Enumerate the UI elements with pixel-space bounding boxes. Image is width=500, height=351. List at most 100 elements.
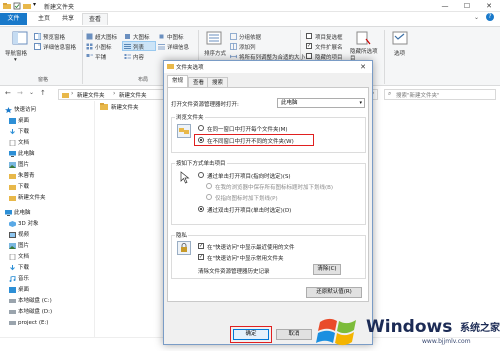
item-checkboxes-label: 项目复选框 bbox=[315, 35, 343, 41]
add-column-button[interactable]: 添加列 bbox=[239, 43, 256, 51]
folder-icon bbox=[62, 93, 69, 98]
forward-arrow-icon[interactable]: → bbox=[17, 89, 23, 97]
nav-item[interactable]: 下载 bbox=[10, 263, 29, 273]
help-icon[interactable]: ? bbox=[486, 13, 494, 21]
underline-hover-radio[interactable] bbox=[206, 194, 212, 200]
breadcrumb-chevron-icon[interactable]: › bbox=[113, 90, 115, 97]
minimize-button[interactable]: — bbox=[434, 0, 456, 12]
chevron-down-icon: ▾ bbox=[359, 100, 362, 106]
nav-item[interactable]: 下载 bbox=[9, 182, 29, 192]
add-column-icon bbox=[230, 43, 237, 50]
show-frequent-folders-checkbox[interactable]: ✓ bbox=[198, 254, 204, 260]
browse-new-window-radio[interactable] bbox=[198, 137, 204, 143]
nav-item[interactable]: 3D 对象 bbox=[9, 219, 38, 229]
nav-item[interactable]: 桌面 bbox=[9, 285, 29, 295]
open-explorer-to-value: 此电脑 bbox=[281, 100, 298, 106]
nav-quick-access[interactable]: 快速访问 bbox=[5, 105, 36, 115]
layout-list[interactable]: 列表 bbox=[133, 43, 144, 51]
layout-extra-large-icons[interactable]: 超大图标 bbox=[95, 33, 117, 41]
nav-pane-dropdown-icon[interactable]: ▾ bbox=[14, 57, 17, 63]
desktop-icon bbox=[9, 287, 16, 293]
item-checkboxes-checkbox[interactable] bbox=[306, 33, 312, 39]
tab-share[interactable]: 共享 bbox=[56, 13, 80, 25]
details-icon bbox=[158, 44, 165, 50]
layout-details[interactable]: 详细信息 bbox=[167, 43, 189, 51]
underline-browser-radio[interactable] bbox=[206, 183, 212, 189]
layout-tiles[interactable]: 平铺 bbox=[95, 53, 106, 61]
layout-content[interactable]: 内容 bbox=[133, 53, 144, 61]
tiles-icon bbox=[86, 54, 93, 57]
close-button[interactable]: ✕ bbox=[478, 0, 500, 12]
back-arrow-icon[interactable]: ← bbox=[5, 89, 11, 97]
size-columns-icon bbox=[230, 54, 237, 59]
navigation-pane-button[interactable]: 导航窗格 bbox=[5, 49, 27, 57]
cancel-button[interactable]: 取消 bbox=[276, 329, 312, 340]
nav-item[interactable]: 文档 bbox=[9, 138, 29, 148]
open-explorer-to-select[interactable]: 此电脑 ▾ bbox=[277, 98, 365, 108]
nav-label: 朱蓉青 bbox=[18, 173, 35, 179]
tab-search[interactable]: 搜索 bbox=[207, 77, 229, 87]
nav-item[interactable]: project (E:) bbox=[9, 318, 48, 328]
sort-by-button[interactable]: 排序方式 bbox=[204, 49, 226, 57]
layout-medium-icons[interactable]: 中图标 bbox=[167, 33, 184, 41]
options-button[interactable]: 选项 bbox=[394, 49, 405, 57]
tab-view[interactable]: 查看 bbox=[188, 77, 210, 87]
nav-item[interactable]: 新建文件夹 bbox=[9, 193, 46, 203]
recent-locations-icon[interactable]: ⌄ bbox=[29, 89, 34, 96]
dialog-title: 文件夹选项 bbox=[176, 65, 204, 71]
collapse-ribbon-icon[interactable]: ⌄ bbox=[474, 14, 479, 21]
tab-file[interactable]: 文件 bbox=[0, 13, 27, 25]
tab-general[interactable]: 常规 bbox=[167, 75, 189, 87]
nav-label: 文档 bbox=[18, 254, 30, 260]
properties-icon[interactable] bbox=[13, 2, 21, 10]
tab-home[interactable]: 主页 bbox=[32, 13, 56, 25]
tab-view[interactable]: 查看 bbox=[82, 13, 109, 25]
double-click-radio[interactable] bbox=[198, 206, 204, 212]
maximize-button[interactable]: ☐ bbox=[456, 0, 478, 12]
single-click-radio[interactable] bbox=[198, 172, 204, 178]
restore-defaults-button[interactable]: 还原默认值(R) bbox=[306, 287, 362, 298]
up-arrow-icon[interactable]: ↑ bbox=[40, 89, 46, 97]
browse-same-window-radio[interactable] bbox=[198, 125, 204, 131]
nav-item[interactable]: 下载 bbox=[10, 127, 29, 137]
nav-item[interactable]: 本地磁盘 (C:) bbox=[9, 296, 52, 306]
nav-item[interactable]: 视频 bbox=[9, 230, 29, 240]
nav-item[interactable]: 朱蓉青 bbox=[9, 171, 35, 181]
nav-item[interactable]: 此电脑 bbox=[9, 149, 35, 159]
document-icon bbox=[9, 140, 16, 146]
nav-item[interactable]: 音乐 bbox=[9, 274, 29, 284]
open-explorer-to-label: 打开文件资源管理器时打开: bbox=[171, 102, 239, 108]
breadcrumb-item[interactable]: 新建文件夹 bbox=[119, 91, 147, 99]
double-click-label: 通过双击打开项目(单击时选定)(D) bbox=[207, 208, 292, 214]
breadcrumb-chevron-icon[interactable]: › bbox=[71, 90, 73, 97]
nav-label: 此电脑 bbox=[14, 210, 31, 216]
layout-large-icons[interactable]: 大图标 bbox=[133, 33, 150, 41]
large-icons-icon bbox=[125, 34, 130, 39]
quick-access-dropdown-icon[interactable]: ▾ bbox=[33, 1, 39, 9]
show-recent-files-checkbox[interactable]: ✓ bbox=[198, 243, 204, 249]
music-icon bbox=[9, 276, 16, 282]
folder-icon bbox=[9, 196, 16, 201]
nav-item[interactable]: 本地磁盘 (D:) bbox=[9, 307, 52, 317]
nav-this-pc[interactable]: 此电脑 bbox=[5, 208, 31, 218]
nav-item[interactable]: 桌面 bbox=[9, 116, 29, 126]
file-extensions-checkbox[interactable]: ✓ bbox=[306, 43, 312, 49]
clear-history-button[interactable]: 清除(C) bbox=[313, 264, 341, 275]
windows-logo-icon bbox=[316, 318, 356, 346]
list-item[interactable]: 新建文件夹 bbox=[100, 101, 160, 112]
ribbon-tab-bar: 文件 主页 共享 查看 ⌄ ? bbox=[0, 12, 500, 26]
group-by-button[interactable]: 分组依据 bbox=[239, 33, 261, 41]
details-pane-icon bbox=[34, 43, 41, 50]
browse-folders-title: 浏览文件夹 bbox=[175, 113, 205, 121]
search-box[interactable]: ⌕ 搜索"新建文件夹" bbox=[384, 89, 496, 100]
nav-item[interactable]: 图片 bbox=[9, 160, 29, 170]
preview-pane-button[interactable]: 预览窗格 bbox=[43, 33, 65, 41]
hidden-items-checkbox[interactable] bbox=[306, 53, 312, 59]
breadcrumb-item[interactable]: 新建文件夹 bbox=[77, 91, 105, 99]
layout-small-icons[interactable]: 小图标 bbox=[95, 43, 112, 51]
nav-item[interactable]: 图片 bbox=[9, 241, 29, 251]
nav-item[interactable]: 文档 bbox=[9, 252, 30, 262]
new-folder-quick-icon[interactable] bbox=[23, 2, 31, 10]
dialog-close-button[interactable]: ✕ bbox=[357, 62, 369, 72]
details-pane-button[interactable]: 详细信息窗格 bbox=[43, 43, 76, 51]
